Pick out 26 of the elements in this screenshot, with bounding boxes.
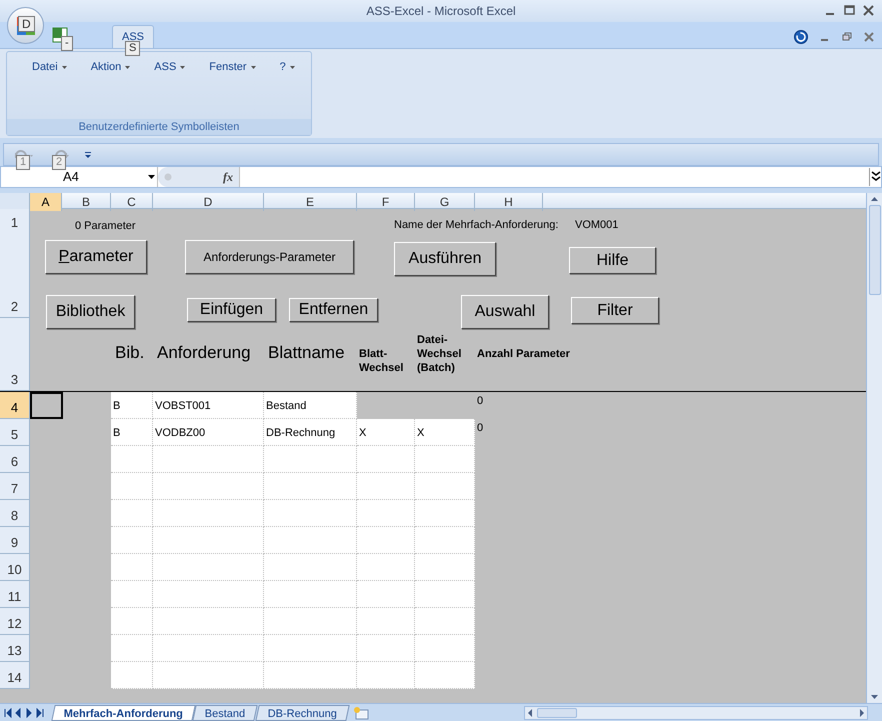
- cell-text: Name der Mehrfach-Anforderung:: [394, 218, 558, 233]
- column-heading: Anzahl Parameter: [476, 347, 570, 362]
- column-heading: Blattname: [267, 342, 345, 364]
- table-cell: B: [111, 392, 153, 419]
- cell-text: 0 Parameter: [75, 219, 136, 234]
- keytip-tooltip: S: [125, 40, 140, 56]
- cell-text: VOM001: [575, 218, 618, 233]
- keytip-tooltip: 1: [16, 154, 30, 170]
- table-cell: X: [415, 419, 475, 446]
- column-heading: Bib.: [114, 342, 144, 364]
- cell-text: 0: [477, 394, 484, 408]
- table-cell: VOBST001: [153, 392, 264, 419]
- keytip-tooltip: D: [18, 16, 35, 32]
- table-cell: Bestand: [264, 392, 357, 419]
- column-heading: Datei-Wechsel (Batch): [416, 333, 462, 376]
- table-cell: VODBZ00: [153, 419, 264, 446]
- column-heading: Blatt-Wechsel: [358, 347, 404, 376]
- keytip-tooltip: 2: [52, 154, 66, 170]
- column-heading: Anforderung: [156, 342, 251, 364]
- table-cell: B: [111, 419, 153, 446]
- table-cell: X: [357, 419, 415, 446]
- cell-text: 0: [477, 420, 484, 436]
- window-title: ASS-Excel - Microsoft Excel: [366, 3, 516, 20]
- table-cell: DB-Rechnung: [264, 419, 357, 446]
- keytip-tooltip: -: [61, 36, 73, 51]
- group-label: Benutzerdefinierte Symbolleisten: [78, 120, 240, 135]
